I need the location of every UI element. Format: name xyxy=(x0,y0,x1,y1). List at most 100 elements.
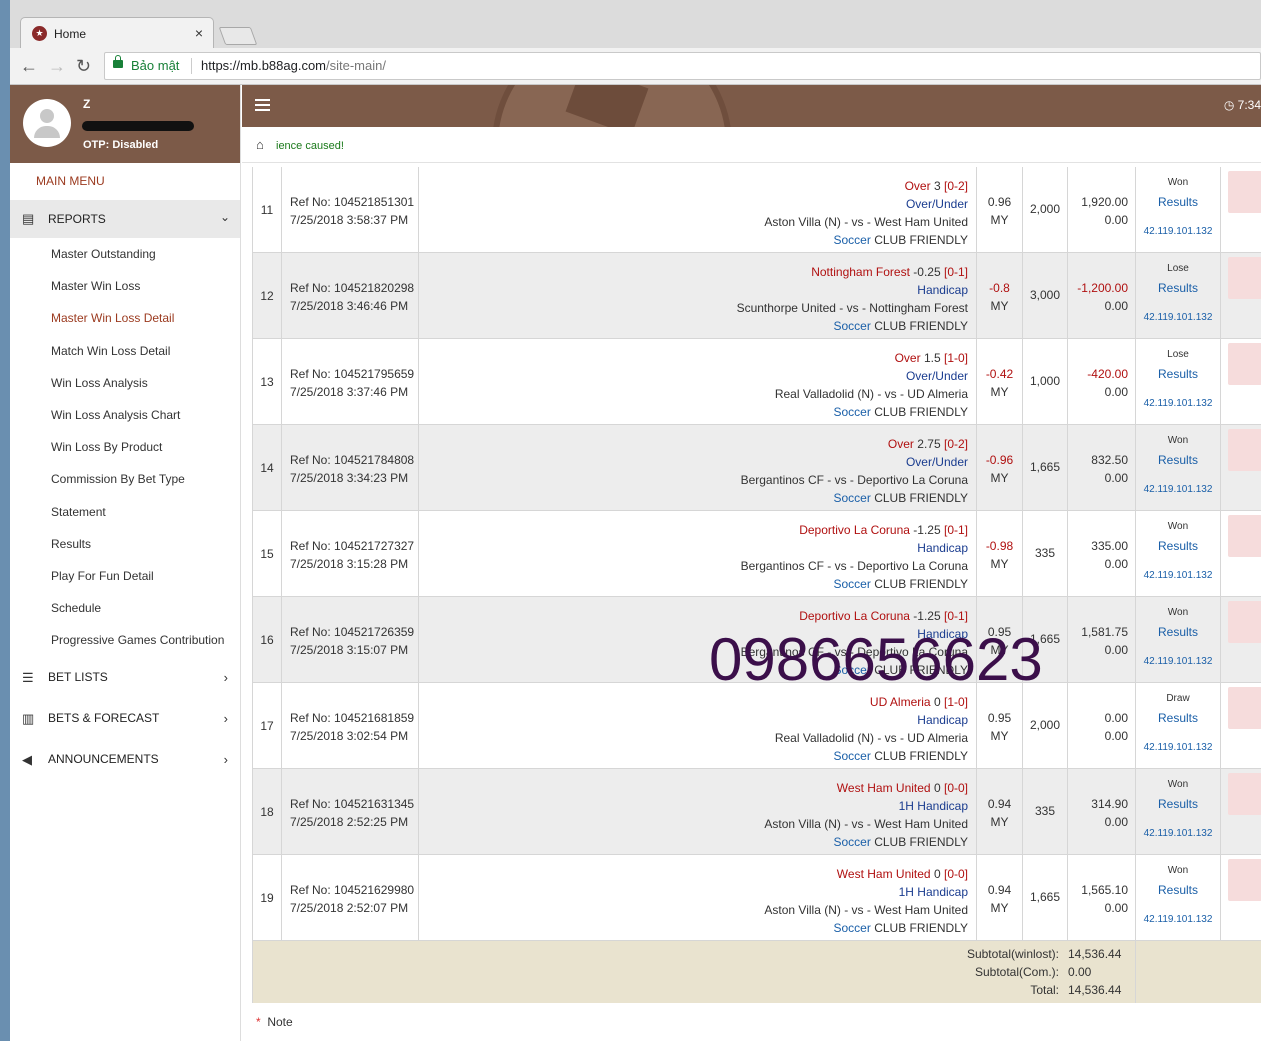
close-icon[interactable]: × xyxy=(195,25,203,41)
bet-date: 7/25/2018 3:34:23 PM xyxy=(290,471,409,485)
results-link[interactable]: Results xyxy=(1136,797,1220,815)
pick-handicap: 0 xyxy=(933,781,941,795)
commission: 0.00 xyxy=(1104,643,1128,657)
url-input[interactable]: Bảo mật https://mb.b88ag.com/site-main/ xyxy=(104,52,1261,80)
results-link[interactable]: Results xyxy=(1136,367,1220,385)
home-icon[interactable]: ⌂ xyxy=(256,137,264,152)
sport: Soccer xyxy=(833,749,871,763)
winloss: 1,581.75 xyxy=(1081,625,1128,639)
browser-tab-home[interactable]: ★ Home × xyxy=(20,17,214,48)
results-link[interactable]: Results xyxy=(1136,195,1220,213)
new-tab-button[interactable] xyxy=(218,27,258,45)
row-action-button[interactable] xyxy=(1228,515,1261,557)
row-number: 19 xyxy=(253,855,282,940)
ref-number: Ref No: 104521629980 xyxy=(290,883,415,897)
results-link[interactable]: Results xyxy=(1136,539,1220,557)
subtotal-row: Subtotal(winlost): Subtotal(Com.): Total… xyxy=(252,941,1261,1003)
hamburger-menu-icon[interactable] xyxy=(255,99,270,101)
winloss: -420.00 xyxy=(1087,367,1128,381)
avatar[interactable] xyxy=(23,99,71,147)
row-number: 14 xyxy=(253,425,282,510)
table-row: 17 Ref No: 104521681859 7/25/2018 3:02:54 … xyxy=(252,683,1261,769)
results-link[interactable]: Results xyxy=(1136,453,1220,471)
sidebar-item-report[interactable]: Statement xyxy=(10,496,240,528)
winloss-cell: -1,200.00 0.00 xyxy=(1068,253,1136,338)
odds: -0.42 xyxy=(985,367,1014,381)
odds-cell: -0.42 MY xyxy=(977,339,1023,424)
menu-bet-lists[interactable]: ☰ BET LISTS › xyxy=(10,658,240,699)
sidebar-item-report[interactable]: Win Loss Analysis xyxy=(10,367,240,399)
url-path: /site-main/ xyxy=(326,58,386,73)
row-action-button[interactable] xyxy=(1228,859,1261,901)
table-row: 11 Ref No: 104521851301 7/25/2018 3:58:37 … xyxy=(252,167,1261,253)
results-link[interactable]: Results xyxy=(1136,281,1220,299)
bet-type: Handicap xyxy=(917,283,968,297)
stake: 2,000 xyxy=(1023,167,1068,252)
row-action-cell xyxy=(1221,425,1261,510)
row-action-button[interactable] xyxy=(1228,257,1261,299)
odds: -0.8 xyxy=(989,281,1010,295)
sidebar-item-report[interactable]: Schedule xyxy=(10,592,240,624)
reload-icon[interactable]: ↻ xyxy=(76,56,91,77)
pick-team: Nottingham Forest xyxy=(811,265,910,279)
odds: 0.95 xyxy=(987,711,1012,725)
menu-reports[interactable]: ▤ REPORTS ⌄ xyxy=(10,200,240,238)
row-action-cell xyxy=(1221,167,1261,252)
menu-bets-forecast[interactable]: ▥ BETS & FORECAST › xyxy=(10,699,240,740)
league-name: CLUB FRIENDLY xyxy=(874,319,968,333)
bet-date: 7/25/2018 3:02:54 PM xyxy=(290,729,409,743)
odds-type: MY xyxy=(990,385,1009,399)
status-badge: Lose xyxy=(1167,263,1189,274)
match-name: Aston Villa (N) - vs - West Ham United xyxy=(764,903,968,917)
pick-team: Deportivo La Coruna xyxy=(799,609,910,623)
menu-announcements[interactable]: ◀ ANNOUNCEMENTS › xyxy=(10,740,240,781)
sidebar-item-report[interactable]: Master Win Loss xyxy=(10,270,240,302)
pick-score: [0-1] xyxy=(943,523,968,537)
subtotal-winlost-label: Subtotal(winlost): xyxy=(966,947,1059,961)
bet-date: 7/25/2018 2:52:07 PM xyxy=(290,901,409,915)
ip-address: 42.119.101.132 xyxy=(1143,656,1213,667)
table-row: 19 Ref No: 104521629980 7/25/2018 2:52:07 … xyxy=(252,855,1261,941)
results-link[interactable]: Results xyxy=(1136,625,1220,643)
results-link[interactable]: Results xyxy=(1136,711,1220,729)
back-icon[interactable]: ← xyxy=(20,56,38,77)
ip-address: 42.119.101.132 xyxy=(1143,398,1213,409)
status-cell: Draw Results 42.119.101.132 xyxy=(1136,683,1221,768)
sidebar-item-report[interactable]: Master Win Loss Detail xyxy=(10,302,240,334)
pick-handicap: -1.25 xyxy=(913,609,941,623)
commission: 0.00 xyxy=(1104,471,1128,485)
sidebar-item-report[interactable]: Match Win Loss Detail xyxy=(10,335,240,367)
status-badge: Won xyxy=(1167,865,1189,876)
league: Soccer CLUB FRIENDLY xyxy=(419,575,969,593)
pick-team: UD Almeria xyxy=(869,695,931,709)
row-action-button[interactable] xyxy=(1228,343,1261,385)
row-action-button[interactable] xyxy=(1228,171,1261,213)
results-link[interactable]: Results xyxy=(1136,883,1220,901)
sidebar-item-report[interactable]: Results xyxy=(10,528,240,560)
pick-score: [0-2] xyxy=(943,437,968,451)
row-action-button[interactable] xyxy=(1228,687,1261,729)
sidebar-item-report[interactable]: Master Outstanding xyxy=(10,238,240,270)
row-action-button[interactable] xyxy=(1228,601,1261,643)
odds-type: MY xyxy=(990,299,1009,313)
chart-icon: ▥ xyxy=(22,711,35,727)
url-text: https://mb.b88ag.com/site-main/ xyxy=(201,58,386,73)
row-action-button[interactable] xyxy=(1228,773,1261,815)
row-number: 18 xyxy=(253,769,282,854)
row-number: 12 xyxy=(253,253,282,338)
sidebar-item-report[interactable]: Progressive Games Contribution xyxy=(10,624,240,656)
odds: 0.96 xyxy=(987,195,1012,209)
row-action-button[interactable] xyxy=(1228,429,1261,471)
sport: Soccer xyxy=(833,319,871,333)
divider xyxy=(191,58,192,74)
sidebar-item-report[interactable]: Win Loss Analysis Chart xyxy=(10,399,240,431)
sidebar-item-report[interactable]: Commission By Bet Type xyxy=(10,463,240,495)
tab-bar: ★ Home × xyxy=(10,0,1261,48)
sidebar-item-report[interactable]: Win Loss By Product xyxy=(10,431,240,463)
sidebar-item-report[interactable]: Play For Fun Detail xyxy=(10,560,240,592)
pick-handicap: 2.75 xyxy=(917,437,941,451)
sport: Soccer xyxy=(833,233,871,247)
forward-icon[interactable]: → xyxy=(48,56,66,77)
pick-score: [0-0] xyxy=(943,781,968,795)
subtotal-com-value: 0.00 xyxy=(1068,965,1092,979)
